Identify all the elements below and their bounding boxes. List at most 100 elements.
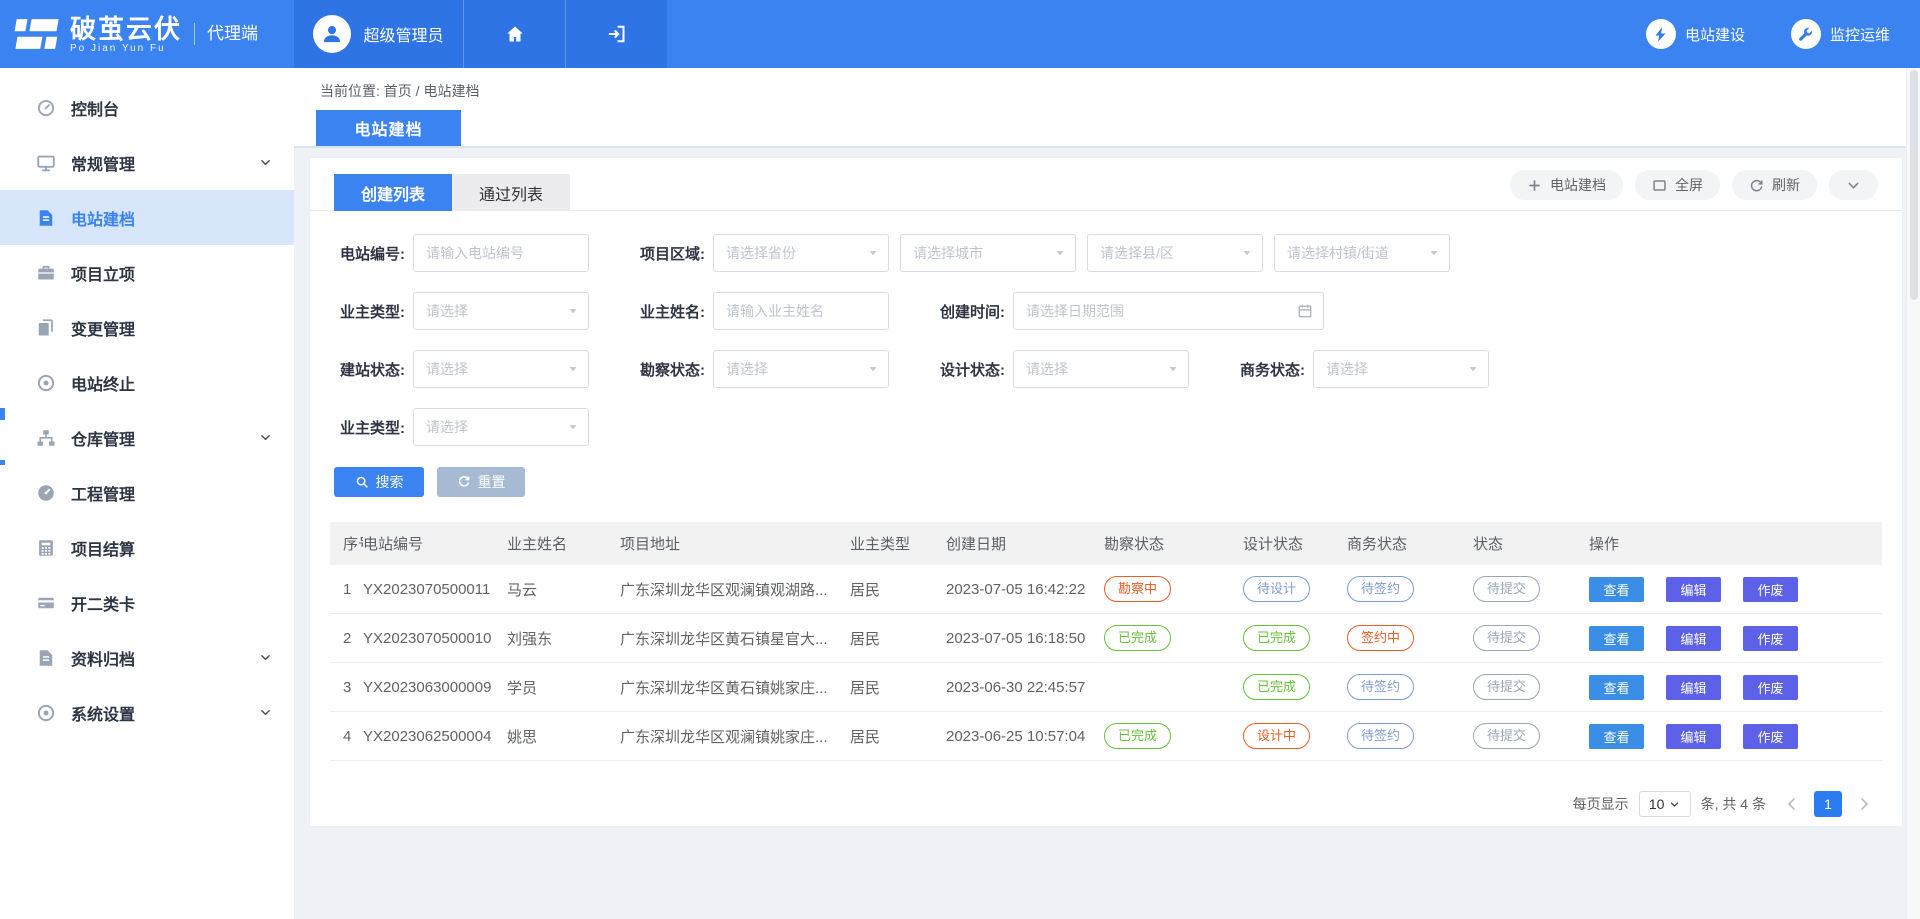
chevron-down-icon	[1846, 178, 1861, 193]
brand-subtitle: Po Jian Yun Fu	[70, 43, 182, 54]
sidebar-item-12[interactable]: 系统设置	[0, 685, 294, 740]
column-header: 业主类型	[850, 533, 946, 554]
per-page-select[interactable]: 10	[1639, 791, 1691, 817]
filter-select[interactable]: 请选择城市	[900, 234, 1076, 272]
filter-owner-type-2: 业主类型:请选择	[334, 408, 589, 446]
filter-select[interactable]: 请选择	[713, 350, 889, 388]
home-button[interactable]	[463, 0, 565, 68]
sidebar-item-3[interactable]: 电站建档	[0, 190, 294, 245]
sidebar-item-4[interactable]: 项目立项	[0, 245, 294, 300]
filter-design-status: 设计状态:请选择	[934, 350, 1189, 388]
doc-fill-icon	[36, 208, 56, 228]
search-icon	[355, 475, 369, 489]
calendar-icon	[1297, 303, 1313, 319]
project-address: 广东深圳龙华区黄石镇星官大...	[620, 628, 850, 649]
tab-1[interactable]: 创建列表	[334, 174, 452, 211]
view-button[interactable]: 查看	[1589, 626, 1644, 651]
filter-select[interactable]: 请选择省份	[713, 234, 889, 272]
page-1-button[interactable]: 1	[1814, 791, 1842, 817]
column-header: 设计状态	[1243, 533, 1347, 554]
reset-button[interactable]: 重置	[437, 467, 525, 497]
filter-owner-name: 业主姓名:	[634, 292, 889, 330]
void-button[interactable]: 作废	[1743, 724, 1798, 749]
record-status: 待提交	[1473, 674, 1589, 700]
status-badge: 待提交	[1473, 625, 1540, 651]
search-button[interactable]: 搜索	[334, 467, 424, 497]
reset-icon	[457, 475, 471, 489]
header-nav-wrench[interactable]: 监控运维	[1791, 19, 1890, 49]
scrollbar[interactable]	[1906, 68, 1920, 919]
view-button[interactable]: 查看	[1589, 577, 1644, 602]
toolbar-button-label: 全屏	[1675, 175, 1703, 195]
header-user-segment: 超级管理员	[294, 0, 667, 68]
date-range-input[interactable]: 请选择日期范围	[1013, 292, 1324, 330]
filter-select[interactable]: 请选择村镇/街道	[1274, 234, 1450, 272]
filter-select[interactable]: 请选择	[1013, 350, 1189, 388]
filter-label: 商务状态:	[1234, 359, 1305, 380]
next-page-button[interactable]	[1856, 796, 1872, 812]
sidebar-item-10[interactable]: 开二类卡	[0, 575, 294, 630]
logout-button[interactable]	[565, 0, 667, 68]
sidebar-item-label: 项目立项	[71, 261, 135, 285]
nav-item-label: 电站建设	[1685, 24, 1745, 45]
sidebar-item-label: 常规管理	[71, 151, 135, 175]
toolbar-plus-button[interactable]: 电站建档	[1510, 170, 1623, 200]
briefcase-icon	[36, 263, 56, 283]
sidebar-item-6[interactable]: 电站终止	[0, 355, 294, 410]
filter-select[interactable]: 请选择	[413, 408, 589, 446]
void-button[interactable]: 作废	[1743, 675, 1798, 700]
edit-button[interactable]: 编辑	[1666, 626, 1721, 651]
toolbar-chevron-down-button[interactable]	[1829, 170, 1878, 200]
owner-name-input[interactable]	[713, 292, 889, 330]
sidebar-item-5[interactable]: 变更管理	[0, 300, 294, 355]
filter-build-status: 建站状态:请选择	[334, 350, 589, 388]
station-code-input[interactable]	[413, 234, 589, 272]
sidebar-item-2[interactable]: 常规管理	[0, 135, 294, 190]
caret-down-icon	[567, 305, 579, 317]
project-address: 广东深圳龙华区观澜镇姚家庄...	[620, 726, 850, 747]
copy-icon	[36, 318, 56, 338]
filter-select[interactable]: 请选择	[1313, 350, 1489, 388]
nav-item-label: 监控运维	[1830, 24, 1890, 45]
page-tab[interactable]: 电站建档	[316, 110, 461, 146]
edit-button[interactable]: 编辑	[1666, 577, 1721, 602]
status-badge: 已完成	[1104, 625, 1171, 651]
void-button[interactable]: 作废	[1743, 577, 1798, 602]
sidebar-item-1[interactable]: 控制台	[0, 80, 294, 135]
view-button[interactable]: 查看	[1589, 724, 1644, 749]
project-address: 广东深圳龙华区黄石镇姚家庄...	[620, 677, 850, 698]
filter-select[interactable]: 请选择	[413, 350, 589, 388]
edit-button[interactable]: 编辑	[1666, 724, 1721, 749]
caret-down-icon	[567, 421, 579, 433]
dashboard-icon	[36, 483, 56, 503]
breadcrumb: 当前位置: 首页 / 电站建档	[320, 81, 479, 101]
user-menu[interactable]: 超级管理员	[294, 0, 463, 68]
target-icon	[36, 373, 56, 393]
caret-down-icon	[867, 363, 879, 375]
filter-select[interactable]: 请选择	[413, 292, 589, 330]
status-badge: 待设计	[1243, 576, 1310, 602]
filter-label: 创建时间:	[934, 301, 1005, 322]
scrollbar-thumb[interactable]	[1910, 70, 1918, 300]
view-button[interactable]: 查看	[1589, 675, 1644, 700]
sidebar-item-8[interactable]: 工程管理	[0, 465, 294, 520]
chevron-down-icon	[1669, 799, 1680, 810]
page-header: 当前位置: 首页 / 电站建档 电站建档	[294, 68, 1920, 148]
sidebar-item-7[interactable]: 仓库管理	[0, 410, 294, 465]
toolbar-fullscreen-button[interactable]: 全屏	[1635, 170, 1720, 200]
chevron-down-icon	[259, 156, 272, 169]
filter-select[interactable]: 请选择县/区	[1087, 234, 1263, 272]
tab-2[interactable]: 通过列表	[452, 174, 570, 211]
lightning-icon	[1646, 19, 1676, 49]
void-button[interactable]: 作废	[1743, 626, 1798, 651]
edit-button[interactable]: 编辑	[1666, 675, 1721, 700]
caret-down-icon	[567, 363, 579, 375]
screen: 破茧云伏 Po Jian Yun Fu 代理端 超级管理员 电站建设监控运维 控…	[0, 0, 1920, 919]
sidebar-item-9[interactable]: 项目结算	[0, 520, 294, 575]
created-date: 2023-06-30 22:45:57	[946, 679, 1104, 696]
business-status: 签约中	[1347, 625, 1473, 651]
sidebar-item-11[interactable]: 资料归档	[0, 630, 294, 685]
prev-page-button[interactable]	[1784, 796, 1800, 812]
toolbar-refresh-button[interactable]: 刷新	[1732, 170, 1817, 200]
header-nav-lightning[interactable]: 电站建设	[1646, 19, 1745, 49]
